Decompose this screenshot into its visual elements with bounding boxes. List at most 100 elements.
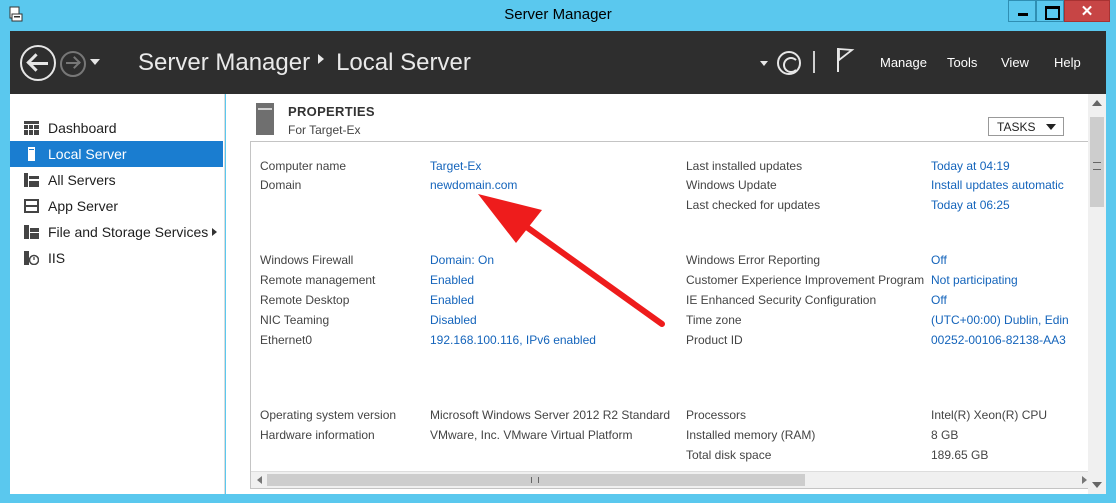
processors-value: Intel(R) Xeon(R) CPU bbox=[931, 408, 1048, 422]
scroll-up-icon[interactable] bbox=[1092, 100, 1102, 106]
windows-firewall-label: Windows Firewall bbox=[260, 253, 354, 267]
ceip-link[interactable]: Not participating bbox=[931, 273, 1018, 287]
remote-management-link[interactable]: Enabled bbox=[430, 273, 474, 287]
grip-icon bbox=[531, 477, 539, 483]
domain-label: Domain bbox=[260, 178, 302, 192]
os-version-value: Microsoft Windows Server 2012 R2 Standar… bbox=[430, 408, 671, 422]
maximize-button[interactable] bbox=[1036, 0, 1064, 22]
sidebar-item-dashboard[interactable]: Dashboard bbox=[10, 115, 223, 141]
breadcrumb-current: Local Server bbox=[336, 49, 471, 76]
notifications-flag-icon[interactable] bbox=[835, 47, 855, 73]
product-id-label: Product ID bbox=[686, 333, 743, 347]
last-checked-link[interactable]: Today at 06:25 bbox=[931, 198, 1010, 212]
os-version-label: Operating system version bbox=[260, 408, 397, 422]
menu-help[interactable]: Help bbox=[1054, 55, 1081, 70]
server-group-icon bbox=[24, 199, 39, 213]
nic-teaming-label: NIC Teaming bbox=[260, 313, 330, 327]
header-divider bbox=[813, 51, 815, 73]
memory-value: 8 GB bbox=[931, 428, 959, 442]
sidebar-item-label: All Servers bbox=[48, 172, 116, 188]
ethernet0-label: Ethernet0 bbox=[260, 333, 313, 347]
properties-server-icon bbox=[256, 103, 274, 135]
last-installed-updates-label: Last installed updates bbox=[686, 159, 803, 173]
product-id-link[interactable]: 00252-00106-82138-AA3 bbox=[931, 333, 1066, 347]
chevron-down-icon bbox=[1046, 124, 1056, 130]
hardware-info-label: Hardware information bbox=[260, 428, 375, 442]
memory-label: Installed memory (RAM) bbox=[686, 428, 816, 442]
iis-icon bbox=[24, 251, 39, 265]
sidebar-item-label: IIS bbox=[48, 250, 66, 266]
chevron-right-icon[interactable] bbox=[212, 228, 217, 236]
ie-esc-label: IE Enhanced Security Configuration bbox=[686, 293, 877, 307]
sidebar-item-file-and-storage[interactable]: File and Storage Services bbox=[10, 219, 223, 245]
properties-subtitle: For Target-Ex bbox=[288, 123, 361, 137]
app-header: Server Manager Local Server Manage Tools … bbox=[10, 31, 1106, 94]
sidebar-item-label: File and Storage Services bbox=[48, 224, 209, 240]
nic-teaming-link[interactable]: Disabled bbox=[430, 313, 477, 327]
tasks-dropdown[interactable]: TASKS bbox=[988, 117, 1064, 136]
sidebar: Dashboard Local Server All Servers App S… bbox=[10, 94, 225, 494]
error-reporting-label: Windows Error Reporting bbox=[686, 253, 821, 267]
window-title: Server Manager bbox=[504, 6, 612, 23]
processors-label: Processors bbox=[686, 408, 747, 422]
tasks-label: TASKS bbox=[997, 120, 1036, 134]
disk-space-label: Total disk space bbox=[686, 448, 772, 462]
title-bar: Server Manager ✕ bbox=[0, 0, 1116, 31]
vertical-scrollbar[interactable] bbox=[1088, 94, 1106, 494]
remote-desktop-label: Remote Desktop bbox=[260, 293, 350, 307]
all-servers-icon bbox=[24, 173, 39, 187]
menu-tools[interactable]: Tools bbox=[947, 55, 977, 70]
forward-arrow-icon[interactable] bbox=[60, 51, 86, 77]
properties-panel: Computer name Target-Ex Domain newdomain… bbox=[250, 141, 1094, 489]
time-zone-link[interactable]: (UTC+00:00) Dublin, Edin bbox=[931, 313, 1069, 327]
history-dropdown-icon[interactable] bbox=[90, 59, 100, 65]
last-checked-label: Last checked for updates bbox=[686, 198, 821, 212]
back-arrow-icon[interactable] bbox=[20, 45, 56, 81]
remote-management-label: Remote management bbox=[260, 273, 376, 287]
refresh-dropdown-icon[interactable] bbox=[760, 61, 768, 66]
refresh-icon[interactable] bbox=[777, 51, 801, 75]
menu-view[interactable]: View bbox=[1001, 55, 1029, 70]
windows-update-link[interactable]: Install updates automatic bbox=[931, 178, 1064, 192]
horizontal-scrollbar[interactable] bbox=[251, 471, 1093, 488]
sidebar-item-all-servers[interactable]: All Servers bbox=[10, 167, 223, 193]
domain-link[interactable]: newdomain.com bbox=[430, 178, 517, 192]
main-content: PROPERTIES For Target-Ex TASKS Computer … bbox=[226, 94, 1106, 494]
computer-name-link[interactable]: Target-Ex bbox=[430, 159, 481, 173]
minimize-button[interactable] bbox=[1008, 0, 1036, 22]
windows-update-label: Windows Update bbox=[686, 178, 777, 192]
ethernet0-link[interactable]: 192.168.100.116, IPv6 enabled bbox=[430, 333, 596, 347]
disk-space-value: 189.65 GB bbox=[931, 448, 989, 462]
windows-firewall-link[interactable]: Domain: On bbox=[430, 253, 494, 267]
sidebar-item-label: Local Server bbox=[48, 146, 127, 162]
close-icon: ✕ bbox=[1080, 3, 1094, 20]
ceip-label: Customer Experience Improvement Program bbox=[686, 273, 925, 287]
scroll-left-icon[interactable] bbox=[257, 476, 262, 484]
sidebar-item-label: App Server bbox=[48, 198, 119, 214]
properties-title: PROPERTIES bbox=[288, 104, 375, 119]
grip-icon bbox=[1093, 162, 1101, 170]
time-zone-label: Time zone bbox=[686, 313, 742, 327]
breadcrumb-separator-icon bbox=[318, 54, 325, 64]
error-reporting-link[interactable]: Off bbox=[931, 253, 947, 267]
hardware-info-value: VMware, Inc. VMware Virtual Platform bbox=[430, 428, 633, 442]
menu-manage[interactable]: Manage bbox=[880, 55, 927, 70]
sidebar-item-iis[interactable]: IIS bbox=[10, 245, 223, 271]
computer-name-label: Computer name bbox=[260, 159, 347, 173]
remote-desktop-link[interactable]: Enabled bbox=[430, 293, 474, 307]
last-installed-updates-link[interactable]: Today at 04:19 bbox=[931, 159, 1010, 173]
ie-esc-link[interactable]: Off bbox=[931, 293, 947, 307]
breadcrumb-root[interactable]: Server Manager bbox=[138, 49, 310, 76]
sidebar-item-app-server[interactable]: App Server bbox=[10, 193, 223, 219]
scroll-right-icon[interactable] bbox=[1082, 476, 1087, 484]
scroll-down-icon[interactable] bbox=[1092, 482, 1102, 488]
breadcrumb: Server Manager Local Server bbox=[138, 49, 471, 77]
server-manager-window: Server Manager ✕ Server Manager Local Ser… bbox=[0, 0, 1116, 503]
close-button[interactable]: ✕ bbox=[1064, 0, 1110, 22]
sidebar-item-local-server[interactable]: Local Server bbox=[10, 141, 223, 167]
vertical-scroll-thumb[interactable] bbox=[1090, 117, 1104, 207]
server-icon bbox=[28, 147, 35, 161]
file-storage-icon bbox=[24, 225, 39, 239]
horizontal-scroll-thumb[interactable] bbox=[267, 474, 805, 486]
dashboard-icon bbox=[24, 121, 39, 135]
